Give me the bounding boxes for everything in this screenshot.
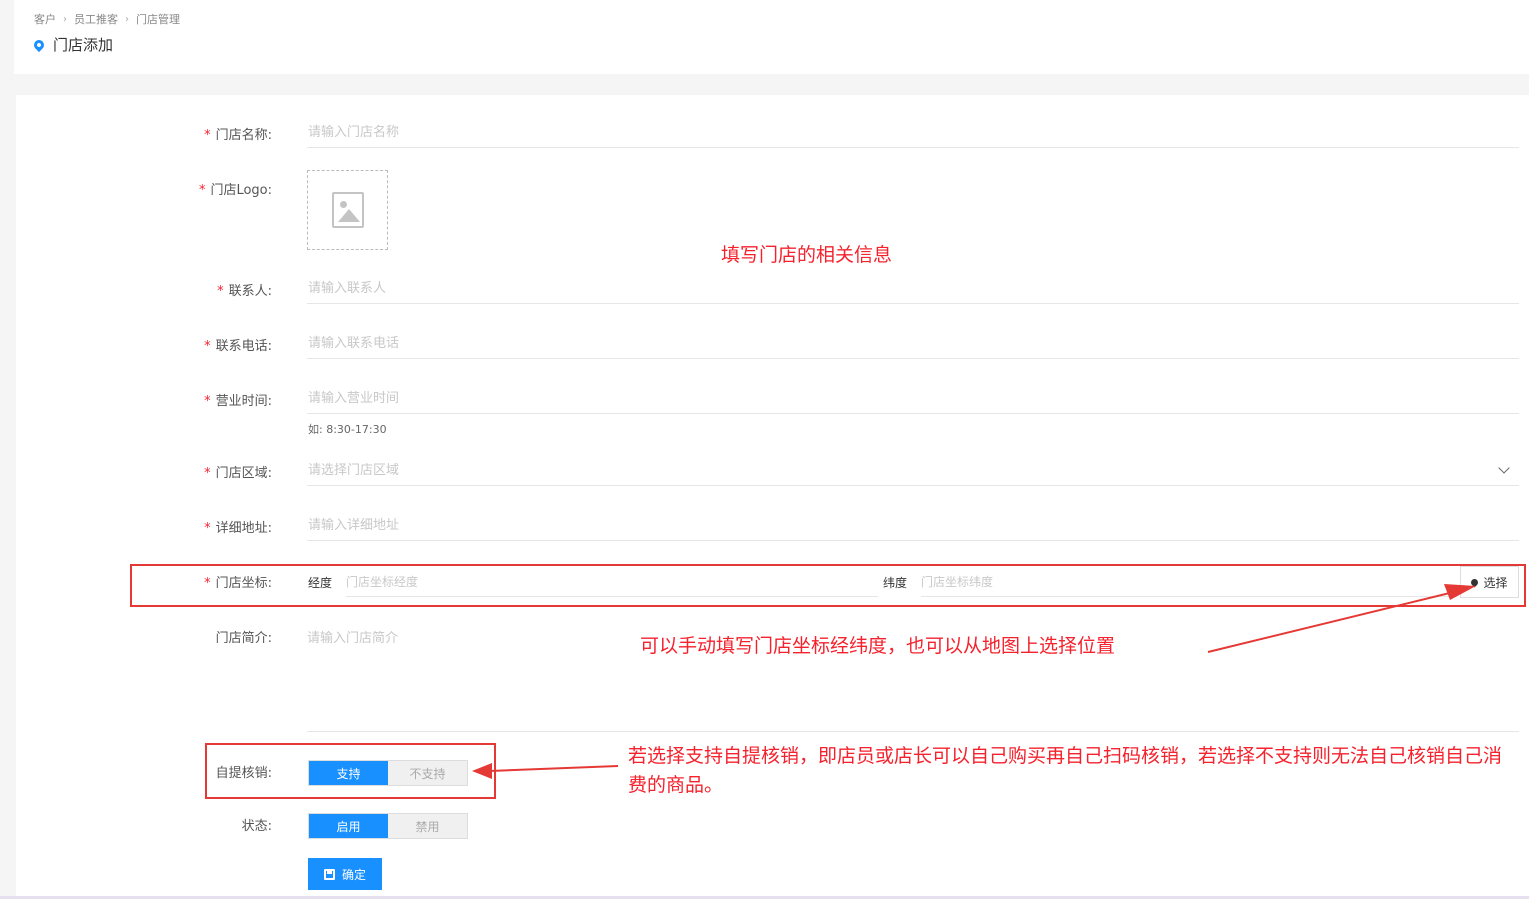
status-label: 状态: <box>241 819 272 834</box>
contact-input[interactable] <box>307 274 1519 304</box>
breadcrumb-item-customer[interactable]: 客户 <box>34 11 56 27</box>
confirm-label: 确定 <box>341 867 366 882</box>
annotation-box-coords <box>130 564 1526 607</box>
address-label: * 详细地址: <box>204 521 272 536</box>
breadcrumb-item-store-manage[interactable]: 门店管理 <box>136 11 180 27</box>
confirm-button[interactable]: 确定 <box>308 858 382 890</box>
required-star: * <box>204 521 211 536</box>
page-title-text: 门店添加 <box>53 36 114 54</box>
image-placeholder-icon <box>331 192 364 228</box>
breadcrumb: 客户 › 员工推客 › 门店管理 <box>34 11 180 27</box>
required-star: * <box>204 339 211 354</box>
required-star: * <box>204 394 211 409</box>
required-star: * <box>204 466 211 481</box>
address-input[interactable] <box>307 511 1519 541</box>
annotation-store-info: 填写门店的相关信息 <box>721 244 893 266</box>
region-label: * 门店区域: <box>204 466 272 481</box>
required-star: * <box>198 183 206 198</box>
save-icon <box>323 868 335 880</box>
page-title: 门店添加 <box>31 34 114 55</box>
contact-label: * 联系人: <box>217 284 272 299</box>
required-star: * <box>217 284 224 299</box>
hours-hint: 如: 8:30-17:30 <box>308 423 387 436</box>
map-pin-icon <box>31 37 47 52</box>
status-option-disable[interactable]: 禁用 <box>388 814 467 838</box>
region-select[interactable] <box>307 456 1519 486</box>
breadcrumb-item-staff[interactable]: 员工推客 <box>74 11 118 27</box>
hours-label: * 营业时间: <box>204 394 272 409</box>
phone-input[interactable] <box>307 329 1519 359</box>
store-name-input[interactable] <box>307 118 1519 148</box>
status-toggle: 启用 禁用 <box>308 813 468 839</box>
annotation-coords: 可以手动填写门店坐标经纬度，也可以从地图上选择位置 <box>640 635 1116 657</box>
breadcrumb-separator-icon: › <box>63 13 67 25</box>
annotation-box-self-verify <box>205 743 496 799</box>
hours-input[interactable] <box>307 384 1519 414</box>
breadcrumb-separator-icon: › <box>125 13 129 25</box>
logo-upload[interactable] <box>307 170 388 250</box>
intro-label: 门店简介: <box>215 631 272 646</box>
store-logo-label: * 门店Logo: <box>198 183 272 198</box>
phone-label: * 联系电话: <box>204 339 272 354</box>
page-header: 客户 › 员工推客 › 门店管理 门店添加 <box>14 0 1529 74</box>
annotation-self-verify: 若选择支持自提核销，即店员或店长可以自己购买再自己扫码核销，若选择不支持则无法自… <box>628 745 1503 796</box>
required-star: * <box>204 128 211 143</box>
store-name-label: * 门店名称: <box>204 128 272 143</box>
status-option-enable[interactable]: 启用 <box>309 814 388 838</box>
